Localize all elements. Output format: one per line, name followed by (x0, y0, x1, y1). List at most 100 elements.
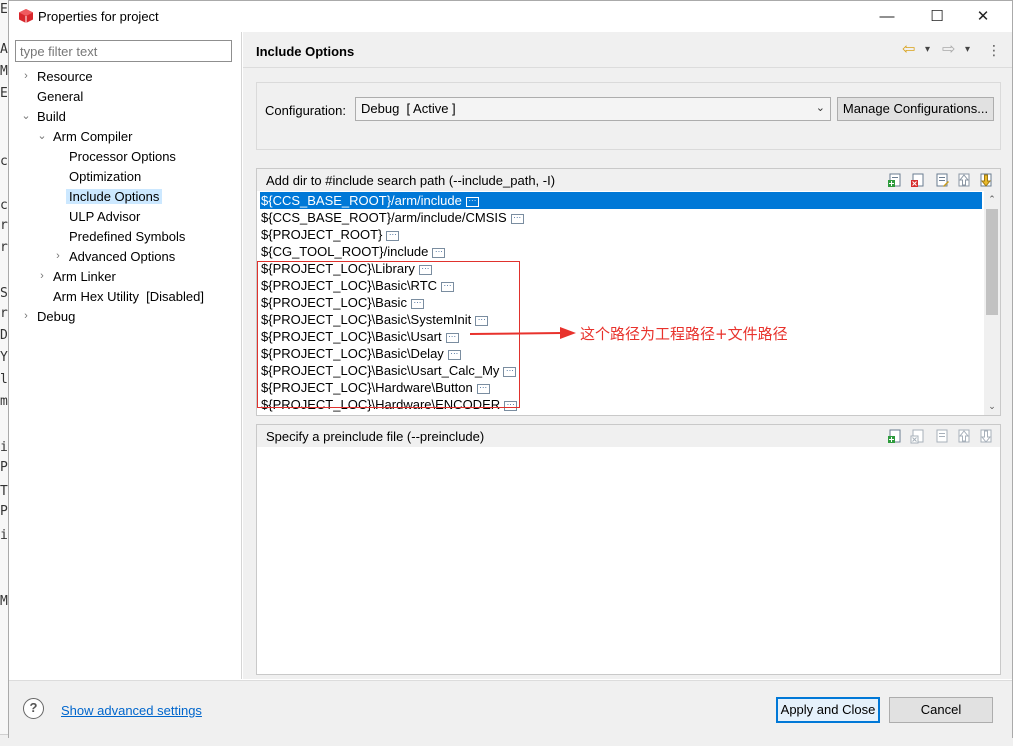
back-arrow-icon[interactable]: ⇦ (902, 41, 915, 59)
background-char: r (0, 240, 8, 255)
tree-item[interactable]: Arm Hex Utility [Disabled] (50, 287, 207, 306)
cancel-button[interactable]: Cancel (889, 697, 993, 723)
forward-arrow-icon[interactable]: ⇨ (942, 41, 955, 59)
title-bar: Properties for project — ☐ ✕ (9, 1, 1012, 32)
forward-dropdown-icon[interactable]: ▾ (965, 41, 970, 59)
background-char: M (0, 64, 8, 79)
tree-item[interactable]: General (34, 87, 86, 106)
tree-item-label: Include Options (66, 189, 163, 204)
tree-item-label: Advanced Options (69, 249, 176, 264)
view-menu-icon[interactable]: ⋮ (987, 41, 1001, 59)
properties-dialog: Properties for project — ☐ ✕ › Resource Ge… (8, 0, 1013, 738)
chevron-down-icon[interactable]: ⌄ (21, 107, 31, 126)
add-icon[interactable] (887, 428, 903, 444)
include-path-row[interactable]: ${PROJECT_LOC}\Basic\SystemInit ··· (260, 311, 489, 328)
scroll-thumb[interactable] (986, 209, 998, 315)
delete-icon[interactable] (910, 428, 926, 444)
tree-item[interactable]: Arm Linker (50, 267, 119, 286)
scroll-down-icon[interactable]: ⌄ (984, 398, 1000, 415)
include-path-text: ${PROJECT_LOC}\Basic\Usart (261, 329, 442, 344)
content-panel: Include Options ⇦ ▾ ⇨ ▾ ⋮ Configuration:… (243, 32, 1012, 679)
tree-item[interactable]: Optimization (66, 167, 144, 186)
move-up-icon[interactable] (956, 172, 972, 188)
browse-icon[interactable]: ··· (432, 247, 446, 258)
browse-icon[interactable]: ··· (510, 213, 524, 224)
chevron-right-icon[interactable]: › (21, 307, 31, 326)
include-path-row[interactable]: ${CG_TOOL_ROOT}/include ··· (260, 243, 446, 260)
include-path-row[interactable]: ${PROJECT_LOC}\Basic\Usart ··· (260, 328, 459, 345)
include-path-text: ${PROJECT_LOC}\Basic\Delay (261, 346, 444, 361)
edit-icon[interactable] (934, 172, 950, 188)
include-path-row[interactable]: ${PROJECT_ROOT} ··· (260, 226, 400, 243)
include-path-row[interactable]: ${PROJECT_LOC}\Basic ··· (260, 294, 424, 311)
tree-item[interactable]: Debug (34, 307, 78, 326)
browse-icon[interactable]: ··· (410, 298, 424, 309)
background-char: c (0, 198, 8, 213)
maximize-button[interactable]: ☐ (914, 1, 960, 31)
include-path-text: ${PROJECT_LOC}\Basic\RTC (261, 278, 438, 293)
background-char: E (0, 2, 8, 17)
tree-item-label: Predefined Symbols (69, 229, 186, 244)
browse-icon[interactable]: ··· (447, 349, 461, 360)
close-button[interactable]: ✕ (960, 1, 1006, 31)
include-path-row[interactable]: ${CCS_BASE_ROOT}/arm/include ··· (260, 192, 982, 209)
include-path-row[interactable]: ${PROJECT_LOC}\Basic\RTC ··· (260, 277, 455, 294)
tree-item[interactable]: Predefined Symbols (66, 227, 188, 246)
include-path-scrollbar[interactable]: ⌃ ⌄ (984, 191, 1000, 415)
show-advanced-settings-link[interactable]: Show advanced settings (61, 703, 202, 718)
delete-icon[interactable] (910, 172, 926, 188)
manage-configurations-button[interactable]: Manage Configurations... (837, 97, 994, 121)
tree-item[interactable]: Resource (34, 67, 96, 86)
help-icon[interactable]: ? (23, 698, 44, 719)
tree-item-label: Build (37, 109, 66, 124)
browse-icon[interactable]: ··· (475, 315, 489, 326)
tree-item[interactable]: Processor Options (66, 147, 179, 166)
move-down-icon[interactable] (978, 172, 994, 188)
move-up-icon[interactable] (956, 428, 972, 444)
dialog-footer: ? Show advanced settings Apply and Close… (9, 680, 1012, 738)
tree-item[interactable]: ULP Advisor (66, 207, 143, 226)
tree-item-label: Debug (37, 309, 76, 324)
browse-icon[interactable]: ··· (504, 400, 518, 411)
browse-icon[interactable]: ··· (445, 332, 459, 343)
minimize-button[interactable]: — (864, 1, 910, 31)
preinclude-list[interactable] (257, 447, 1000, 674)
browse-icon[interactable]: ··· (476, 383, 490, 394)
apply-and-close-button[interactable]: Apply and Close (776, 697, 880, 723)
back-dropdown-icon[interactable]: ▾ (925, 41, 930, 59)
browse-icon[interactable]: ··· (503, 366, 517, 377)
include-path-row[interactable]: ${CCS_BASE_ROOT}/arm/include/CMSIS ··· (260, 209, 524, 226)
edit-icon[interactable] (934, 428, 950, 444)
configuration-group: Configuration: Debug [ Active ] ⌄ Manage… (256, 82, 1001, 150)
chevron-down-icon: ⌄ (815, 102, 825, 114)
filter-input[interactable] (15, 40, 232, 62)
move-down-icon[interactable] (978, 428, 994, 444)
chevron-down-icon[interactable]: ⌄ (37, 127, 47, 146)
add-icon[interactable] (887, 172, 903, 188)
tree-item[interactable]: Advanced Options (66, 247, 178, 266)
include-path-row[interactable]: ${PROJECT_LOC}\Hardware\ENCODER ··· (260, 396, 518, 413)
configuration-select[interactable]: Debug [ Active ] ⌄ (355, 97, 831, 121)
include-path-row[interactable]: ${PROJECT_LOC}\Hardware\Button ··· (260, 379, 490, 396)
include-path-text: ${PROJECT_LOC}\Basic\SystemInit (261, 312, 472, 327)
tree-item[interactable]: Include Options (66, 187, 163, 206)
include-path-row[interactable]: ${PROJECT_LOC}\Basic\Delay ··· (260, 345, 461, 362)
chevron-right-icon[interactable]: › (37, 267, 47, 286)
include-path-row[interactable]: ${PROJECT_LOC}\Basic\Usart_Calc_My ··· (260, 362, 517, 379)
browse-icon[interactable]: ··· (441, 281, 455, 292)
tree-item[interactable]: Arm Compiler (50, 127, 135, 146)
browse-icon[interactable]: ··· (418, 264, 432, 275)
background-char: A (0, 42, 8, 57)
include-path-row[interactable]: ${PROJECT_LOC}\Library ··· (260, 260, 432, 277)
tree-item[interactable]: Build (34, 107, 69, 126)
browse-icon[interactable]: ··· (465, 196, 479, 207)
chevron-right-icon[interactable]: › (53, 247, 63, 266)
tree-item-label: Resource (37, 69, 93, 84)
chevron-right-icon[interactable]: › (21, 67, 31, 86)
ccs-app-icon (19, 9, 33, 23)
include-path-text: ${PROJECT_LOC}\Hardware\Button (261, 380, 473, 395)
include-path-list[interactable]: ${CCS_BASE_ROOT}/arm/include ··· ${CCS_BAS… (257, 191, 984, 415)
scroll-up-icon[interactable]: ⌃ (984, 191, 1000, 208)
tree-item-label: Arm Hex Utility [Disabled] (53, 289, 204, 304)
browse-icon[interactable]: ··· (386, 230, 400, 241)
